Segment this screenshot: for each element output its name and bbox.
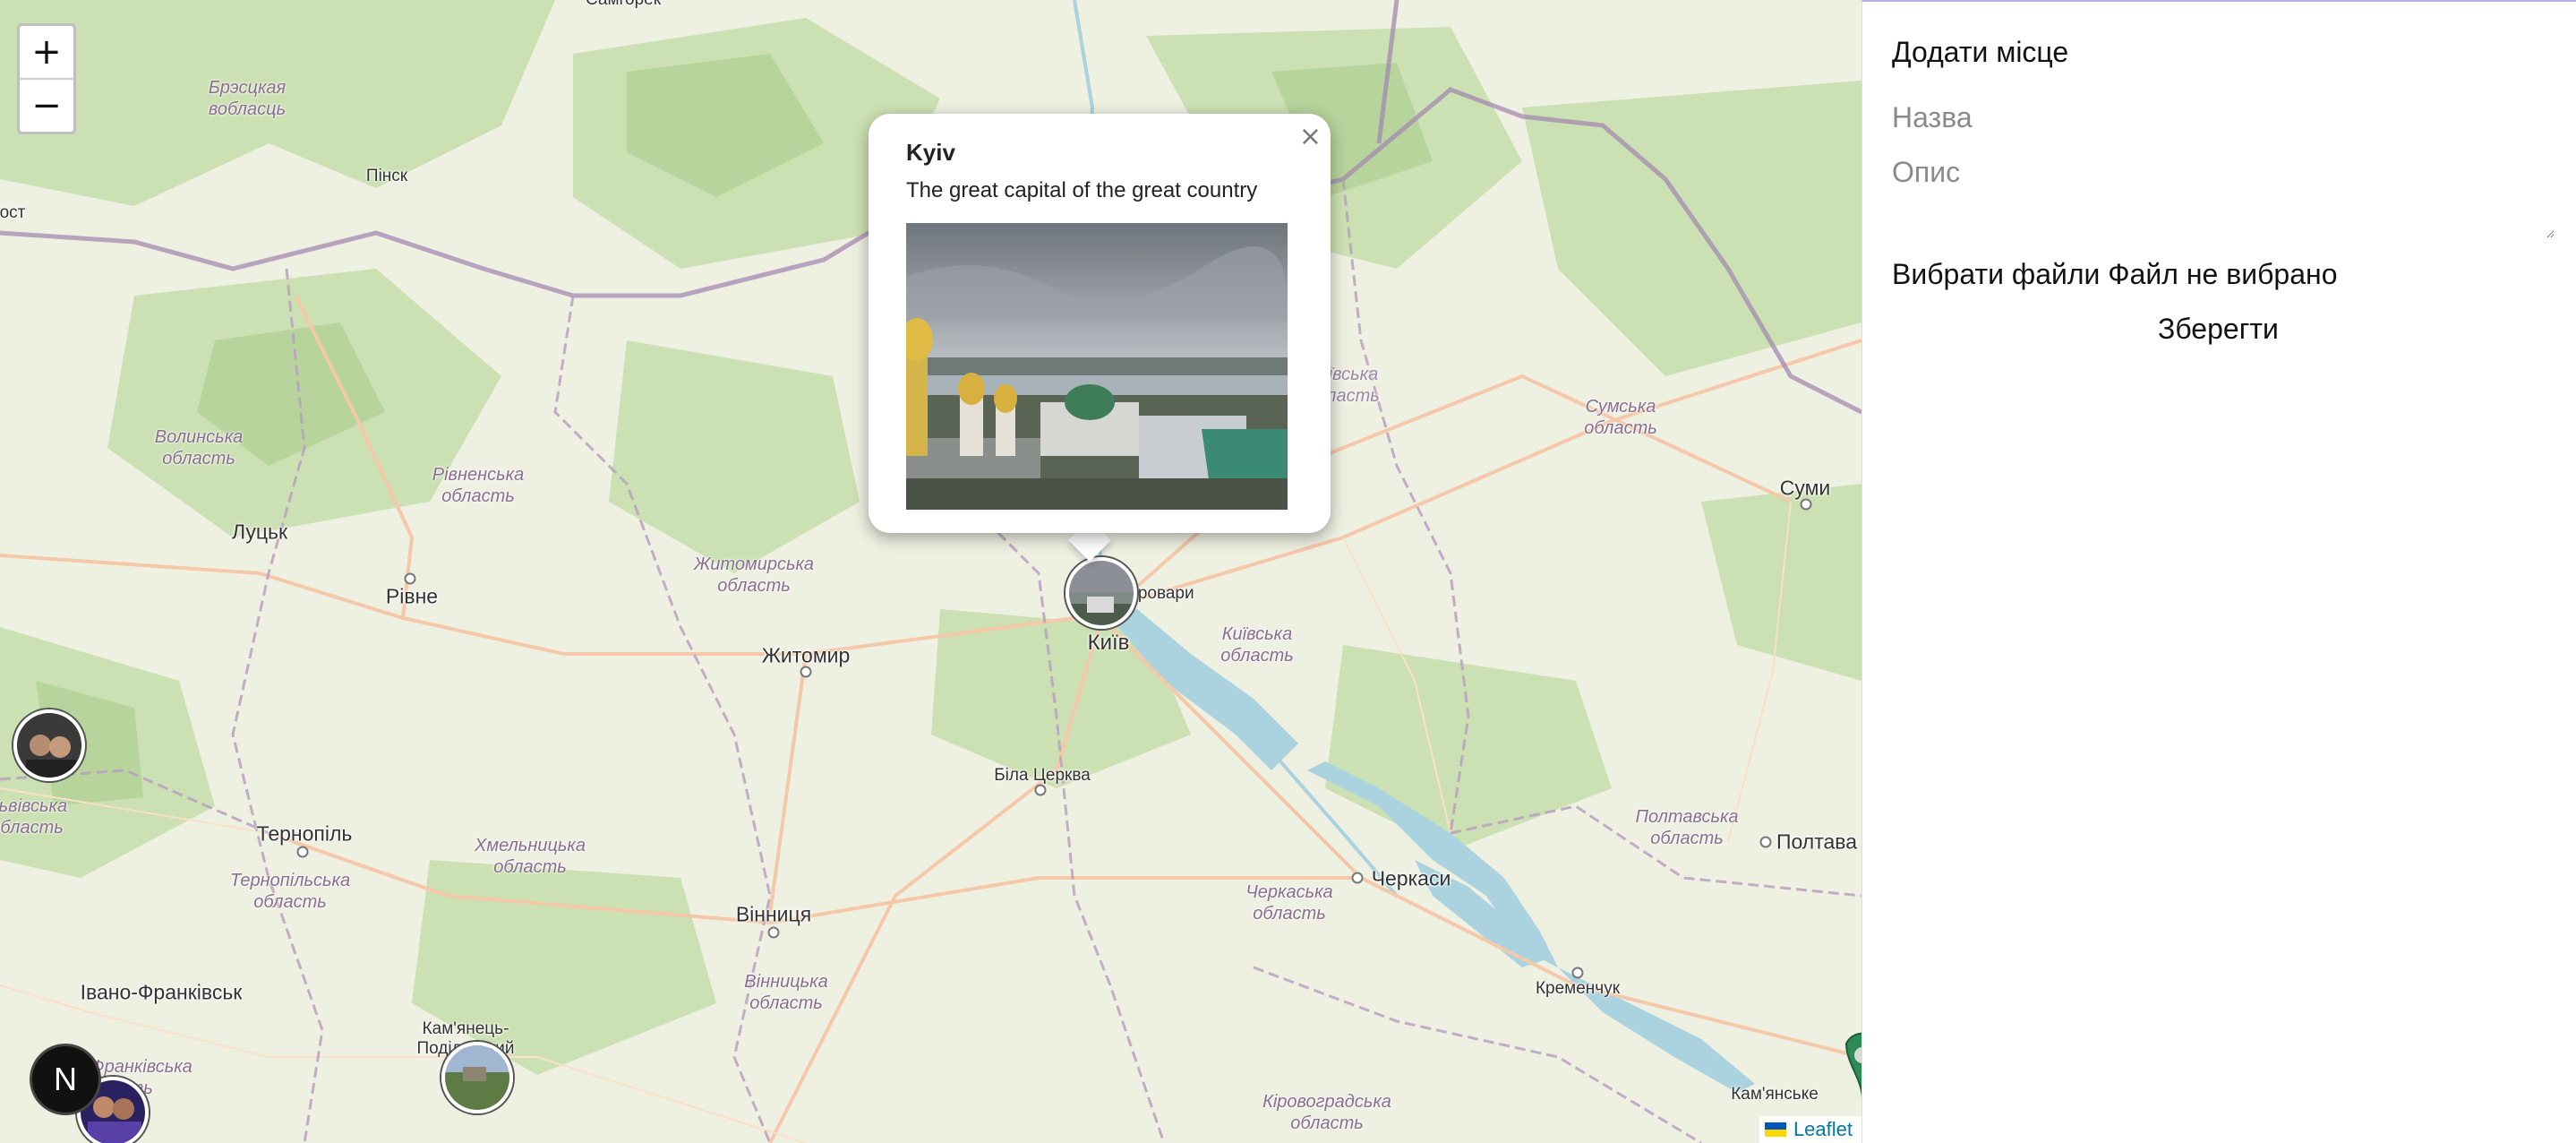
place-popup: × Kyiv The great capital of the great co… bbox=[869, 114, 1331, 533]
region-label-ternopil: Тернопільська область bbox=[229, 871, 351, 912]
photo-marker-kyiv[interactable] bbox=[1065, 557, 1137, 629]
city-label-kamianske: Кам'янське bbox=[1731, 1085, 1819, 1104]
region-label-kirovohrad: Кіровоградська область bbox=[1262, 1092, 1391, 1133]
place-name-input[interactable] bbox=[1892, 99, 2555, 136]
zoom-in-button[interactable]: + bbox=[20, 26, 73, 78]
popup-close-button[interactable]: × bbox=[1299, 121, 1322, 152]
region-label-kyiv-east: Київська область bbox=[1220, 624, 1294, 666]
marker-photo-kyiv bbox=[1069, 561, 1134, 625]
city-label-kremenchuk: Кременчук bbox=[1535, 979, 1621, 998]
panel-title: Додати місце bbox=[1892, 36, 2069, 68]
photo-marker-lviv[interactable] bbox=[13, 709, 85, 781]
region-label-lviv: Львівська область bbox=[0, 796, 68, 838]
save-button[interactable]: Зберегти bbox=[2158, 313, 2279, 346]
region-label-poltava: Полтавська область bbox=[1635, 807, 1739, 848]
city-dot-ternopil bbox=[296, 846, 309, 858]
photo-marker-kamianets[interactable] bbox=[441, 1042, 513, 1113]
city-dot-rivne bbox=[404, 572, 416, 585]
zoom-out-button[interactable]: − bbox=[20, 78, 73, 132]
city-label-samhorek: Самгорек bbox=[586, 0, 661, 10]
file-picker[interactable]: Вибрати файли Файл не вибрано bbox=[1892, 258, 2337, 291]
city-label-ternopil: Тернопіль bbox=[256, 821, 353, 846]
city-label-pinsk: Пінск bbox=[365, 167, 408, 185]
ukraine-flag-icon bbox=[1764, 1122, 1786, 1137]
city-label-rivne: Рівне bbox=[385, 584, 439, 608]
city-label-vinnytsia: Вінниця bbox=[735, 902, 812, 926]
region-label-khmelnytskyi: Хмельницька область bbox=[475, 836, 586, 877]
city-dot-poltava bbox=[1759, 836, 1772, 848]
city-dot-zhytomyr bbox=[800, 666, 812, 678]
city-label-lutsk: Луцьк bbox=[231, 520, 288, 544]
city-label-ost: ост bbox=[0, 203, 26, 222]
city-dot-sumy bbox=[1800, 498, 1812, 511]
city-label-ivano-frankivsk: Івано-Франківськ bbox=[80, 980, 243, 1004]
city-label-sumy: Суми bbox=[1779, 476, 1831, 500]
add-place-panel: Додати місце Вибрати файли Файл не вибра… bbox=[1861, 0, 2576, 1143]
city-dot-bila-tserkva bbox=[1034, 784, 1047, 796]
city-dot-vinnytsia bbox=[767, 926, 780, 939]
popup-title: Kyiv bbox=[906, 139, 955, 166]
popup-photo bbox=[906, 223, 1288, 510]
marker-photo-kamianets bbox=[445, 1045, 509, 1110]
attribution-link[interactable]: Leaflet bbox=[1793, 1118, 1853, 1141]
region-label-cherkasy: Черкаська область bbox=[1245, 882, 1333, 924]
region-label-brest: Брэсцкая вобласць bbox=[208, 78, 287, 119]
file-status-text: Файл не вибрано bbox=[2108, 258, 2338, 290]
city-dot-kremenchuk bbox=[1571, 967, 1584, 979]
city-label-zhytomyr: Житомир bbox=[761, 643, 851, 667]
zoom-control: + − bbox=[17, 23, 76, 134]
map-attribution[interactable]: Leaflet bbox=[1759, 1116, 1861, 1143]
region-label-sumy: Сумська область bbox=[1584, 397, 1657, 438]
city-dot-cherkasy bbox=[1351, 872, 1364, 884]
city-label-kyiv: Київ bbox=[1087, 631, 1130, 655]
place-description-input[interactable] bbox=[1892, 156, 2555, 238]
choose-files-button[interactable]: Вибрати файли bbox=[1892, 258, 2100, 290]
region-label-vinnytsia: Вінницька область bbox=[744, 972, 828, 1013]
region-label-volyn: Волинська область bbox=[154, 427, 244, 468]
city-label-poltava: Полтава bbox=[1776, 829, 1858, 854]
popup-description: The great capital of the great country bbox=[906, 178, 1258, 202]
map[interactable]: Луцьк Рівне Житомир Київ Тернопіль Вінни… bbox=[0, 0, 1861, 1143]
region-label-rivne: Рівненська область bbox=[432, 465, 525, 506]
region-label-zhytomyr: Житомирська область bbox=[693, 554, 815, 596]
marker-photo-lviv bbox=[17, 713, 81, 778]
city-label-bila-tserkva: Біла Церква bbox=[994, 766, 1091, 785]
n-badge-button[interactable]: N bbox=[32, 1046, 98, 1113]
city-label-cherkasy: Черкаси bbox=[1371, 866, 1451, 890]
